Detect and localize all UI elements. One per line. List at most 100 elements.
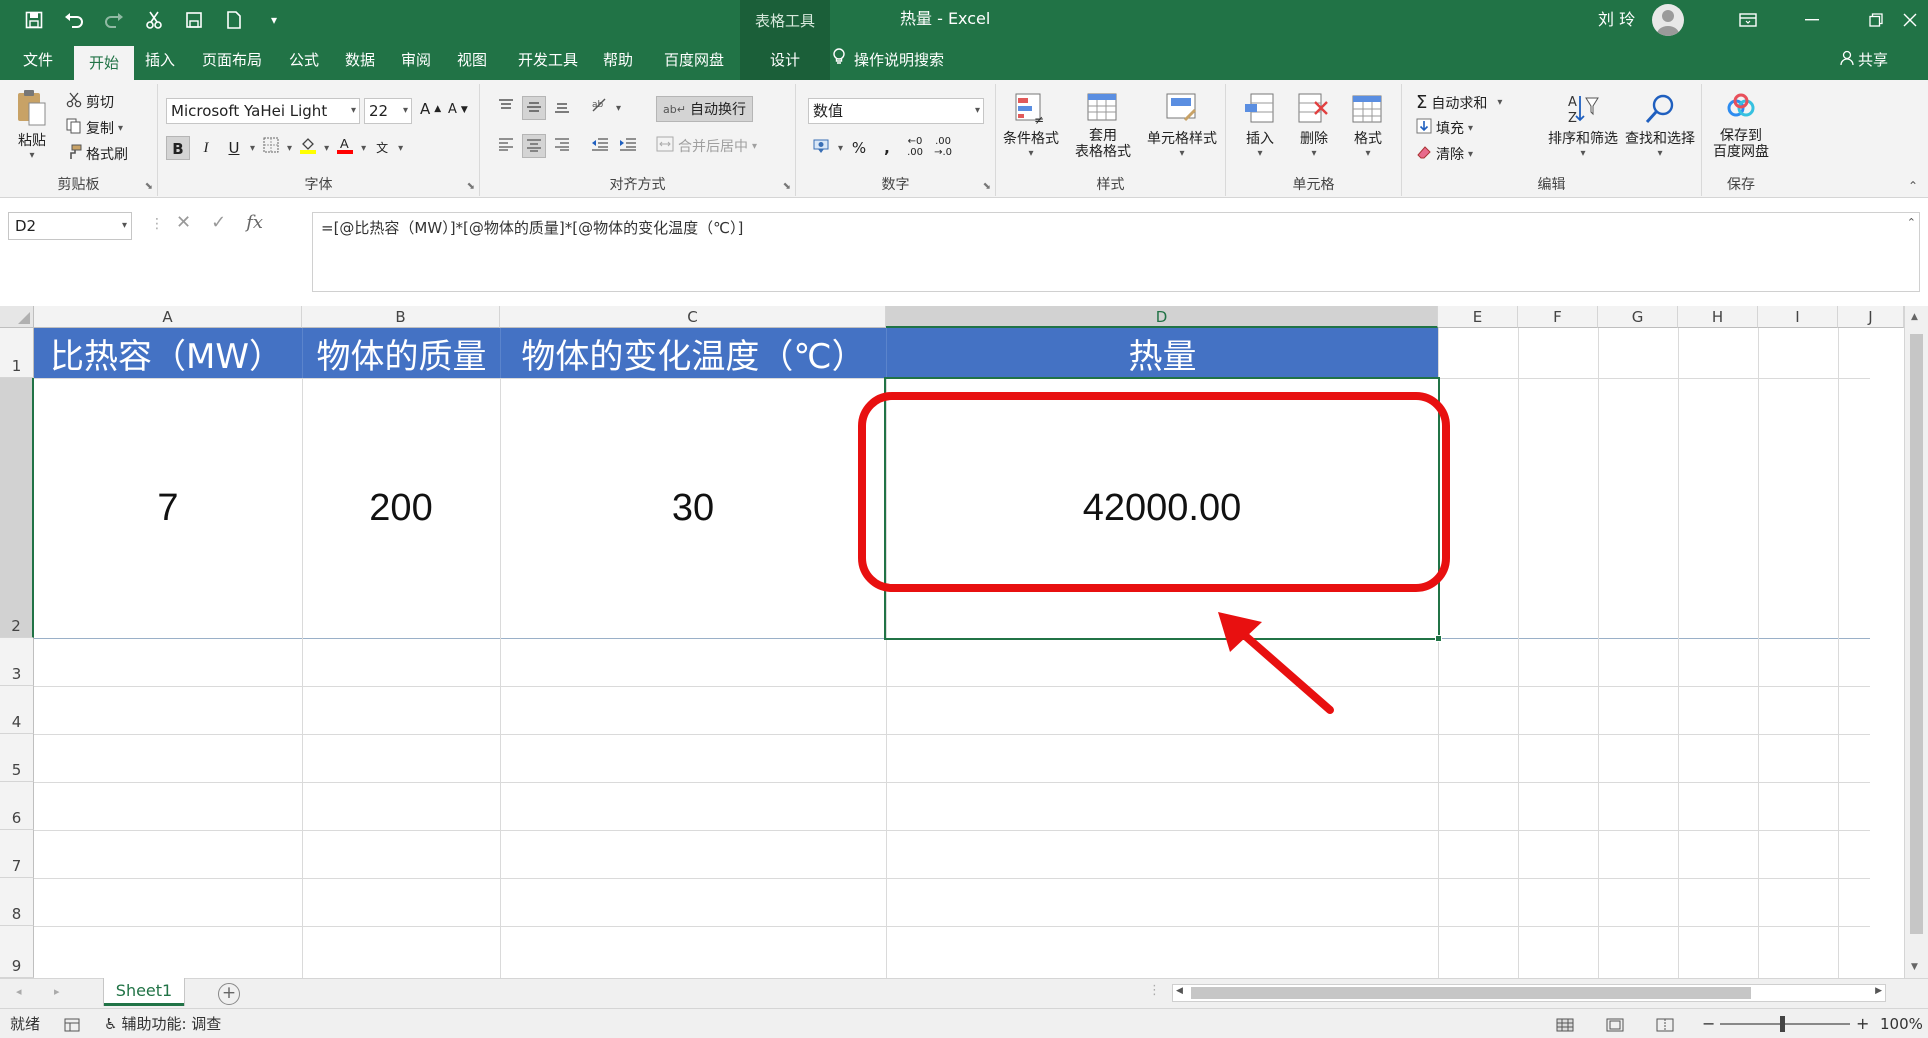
font-size-dropdown-icon[interactable]: ▾: [403, 99, 408, 123]
row-header-4[interactable]: 4: [0, 686, 34, 734]
tab-insert[interactable]: 插入: [140, 40, 180, 80]
share-button[interactable]: 共享: [1840, 40, 1888, 80]
underline-button[interactable]: U: [222, 136, 246, 160]
new-file-icon[interactable]: [220, 6, 248, 34]
italic-button[interactable]: I: [194, 136, 218, 160]
clipboard-launcher-icon[interactable]: ⬊: [145, 181, 153, 192]
fill-button[interactable]: 填充 ▾: [1416, 118, 1473, 138]
cell-styles-button[interactable]: 单元格样式 ▾: [1140, 92, 1224, 159]
name-box[interactable]: D2 ▾: [8, 212, 132, 240]
tab-file[interactable]: 文件: [16, 40, 60, 80]
conditional-dropdown-icon[interactable]: ▾: [996, 148, 1066, 159]
collapse-ribbon-icon[interactable]: ⌃: [1908, 179, 1918, 193]
sort-filter-dropdown-icon[interactable]: ▾: [1546, 148, 1620, 159]
zoom-out-icon[interactable]: −: [1702, 1009, 1715, 1038]
find-select-button[interactable]: 查找和选择 ▾: [1620, 92, 1700, 159]
fill-dropdown-icon[interactable]: ▾: [1468, 123, 1473, 134]
row-header-6[interactable]: 6: [0, 782, 34, 830]
collapse-formula-bar-icon[interactable]: ⌃: [1907, 216, 1916, 229]
page-break-view-icon[interactable]: [1656, 1009, 1674, 1038]
insert-cells-button[interactable]: 插入 ▾: [1236, 92, 1284, 159]
tell-me-search[interactable]: 操作说明搜索: [832, 40, 944, 80]
page-layout-view-icon[interactable]: [1606, 1009, 1624, 1038]
format-dropdown-icon[interactable]: ▾: [1344, 148, 1392, 159]
tab-view[interactable]: 视图: [452, 40, 492, 80]
increase-decimal-icon[interactable]: ←0.00: [903, 136, 927, 160]
column-header-c[interactable]: C: [500, 306, 886, 328]
row-header-1[interactable]: 1: [0, 328, 34, 378]
ribbon-display-options-icon[interactable]: [1716, 0, 1780, 40]
name-box-dropdown-icon[interactable]: ▾: [122, 213, 127, 239]
delete-dropdown-icon[interactable]: ▾: [1290, 148, 1338, 159]
tab-review[interactable]: 审阅: [396, 40, 436, 80]
formula-input[interactable]: =[@比热容（MW）]*[@物体的质量]*[@物体的变化温度（℃）]: [312, 212, 1920, 292]
sheet-tab-sheet1[interactable]: Sheet1: [104, 978, 184, 1006]
column-header-g[interactable]: G: [1598, 306, 1678, 328]
user-avatar[interactable]: [1652, 4, 1684, 36]
row-header-3[interactable]: 3: [0, 638, 34, 686]
increase-indent-icon[interactable]: [616, 134, 640, 158]
sort-filter-button[interactable]: AZ 排序和筛选 ▾: [1546, 92, 1620, 159]
tab-help[interactable]: 帮助: [596, 40, 640, 80]
table-header-cell[interactable]: 物体的变化温度（℃）: [500, 328, 886, 378]
fill-color-dropdown-icon[interactable]: ▾: [324, 143, 329, 154]
insert-function-icon[interactable]: fx: [246, 212, 263, 233]
scroll-left-icon[interactable]: ◀: [1176, 986, 1183, 996]
align-top-icon[interactable]: [494, 96, 518, 120]
tab-baidu-netdisk[interactable]: 百度网盘: [656, 40, 732, 80]
row-header-7[interactable]: 7: [0, 830, 34, 878]
tab-page-layout[interactable]: 页面布局: [196, 40, 268, 80]
copy-dropdown-icon[interactable]: ▾: [118, 123, 123, 134]
table-cell[interactable]: 30: [500, 379, 886, 638]
comma-style-button[interactable]: ,: [875, 136, 899, 160]
alignment-launcher-icon[interactable]: ⬊: [783, 181, 791, 192]
fill-color-icon[interactable]: [296, 136, 320, 160]
accessibility-status[interactable]: ♿ 辅助功能: 调查: [104, 1009, 221, 1038]
format-painter-button[interactable]: 格式刷: [66, 144, 128, 164]
paste-dropdown-icon[interactable]: ▾: [10, 150, 54, 161]
tab-formulas[interactable]: 公式: [284, 40, 324, 80]
column-header-f[interactable]: F: [1518, 306, 1598, 328]
decrease-font-size-icon[interactable]: A ▼: [448, 102, 468, 117]
tab-splitter-icon[interactable]: ⋮: [1148, 983, 1161, 998]
scroll-down-icon[interactable]: ▼: [1911, 962, 1918, 972]
decrease-indent-icon[interactable]: [588, 134, 612, 158]
cut-button[interactable]: 剪切: [66, 92, 114, 112]
zoom-slider[interactable]: [1720, 1023, 1850, 1025]
row-header-9[interactable]: 9: [0, 926, 34, 978]
align-center-icon[interactable]: [522, 134, 546, 158]
accounting-format-icon[interactable]: [810, 136, 834, 160]
tab-home[interactable]: 开始: [74, 46, 134, 80]
row-header-8[interactable]: 8: [0, 878, 34, 926]
align-bottom-icon[interactable]: [550, 96, 574, 120]
cell-styles-dropdown-icon[interactable]: ▾: [1140, 148, 1224, 159]
font-name-combo[interactable]: Microsoft YaHei Light ▾: [166, 98, 360, 124]
add-sheet-icon[interactable]: +: [218, 983, 240, 1005]
percent-style-button[interactable]: %: [847, 136, 871, 160]
format-as-table-button[interactable]: 套用 表格格式: [1066, 92, 1140, 160]
align-right-icon[interactable]: [550, 134, 574, 158]
accounting-dropdown-icon[interactable]: ▾: [838, 143, 843, 154]
user-name[interactable]: 刘 玲: [1598, 0, 1635, 40]
close-icon[interactable]: [1892, 0, 1928, 40]
column-header-h[interactable]: H: [1678, 306, 1758, 328]
table-header-cell[interactable]: 热量: [886, 328, 1438, 378]
row-header-5[interactable]: 5: [0, 734, 34, 782]
zoom-level[interactable]: 100%: [1880, 1009, 1923, 1038]
zoom-in-icon[interactable]: +: [1856, 1009, 1869, 1038]
save-as-icon[interactable]: [180, 6, 208, 34]
font-size-combo[interactable]: 22 ▾: [364, 98, 412, 124]
font-name-dropdown-icon[interactable]: ▾: [351, 99, 356, 123]
bold-button[interactable]: B: [166, 136, 190, 160]
column-header-e[interactable]: E: [1438, 306, 1518, 328]
paste-button[interactable]: 粘贴 ▾: [10, 88, 54, 161]
tab-design[interactable]: 设计: [740, 40, 830, 80]
delete-cells-button[interactable]: 删除 ▾: [1290, 92, 1338, 159]
borders-dropdown-icon[interactable]: ▾: [287, 143, 292, 154]
table-header-cell[interactable]: 比热容（MW）: [34, 328, 302, 378]
number-format-combo[interactable]: 数值 ▾: [808, 98, 984, 124]
column-header-a[interactable]: A: [34, 306, 302, 328]
insert-dropdown-icon[interactable]: ▾: [1236, 148, 1284, 159]
normal-view-icon[interactable]: [1556, 1009, 1574, 1038]
row-header-2[interactable]: 2: [0, 378, 34, 638]
